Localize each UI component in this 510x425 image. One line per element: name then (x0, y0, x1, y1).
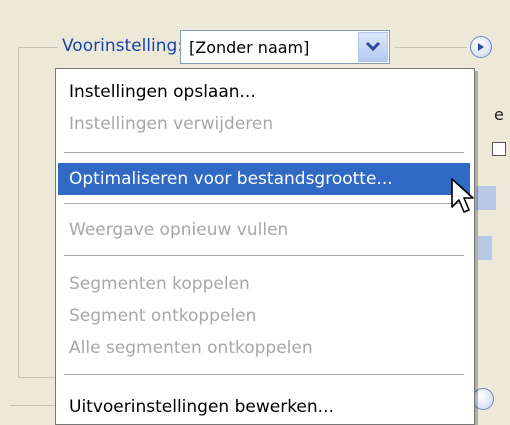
preset-label: Voorinstelling: (62, 36, 184, 56)
lower-group-line (10, 405, 58, 406)
menu-item-unlink-all-slices[interactable]: Alle segmenten ontkoppelen (58, 332, 470, 364)
side-label-fragment: e (494, 105, 504, 124)
side-checkbox[interactable] (492, 142, 506, 156)
menu-item-edit-output-settings[interactable]: Uitvoerinstellingen bewerken... (58, 391, 470, 423)
menu-separator (64, 203, 464, 204)
lower-circle-button[interactable] (472, 388, 494, 410)
context-menu: Instellingen opslaan... Instellingen ver… (55, 68, 475, 425)
side-control-2[interactable] (478, 236, 492, 260)
arrow-right-icon (478, 43, 484, 51)
menu-item-save-settings[interactable]: Instellingen opslaan... (58, 76, 470, 108)
panel-menu-button[interactable] (470, 36, 492, 58)
preset-dropdown[interactable]: [Zonder naam] (180, 30, 390, 64)
group-border-bottom (18, 377, 58, 378)
group-border-left (18, 47, 19, 377)
menu-separator (64, 374, 464, 375)
group-border-top (18, 47, 58, 48)
chevron-down-icon (365, 41, 381, 52)
side-control[interactable] (476, 186, 496, 210)
menu-item-link-slices[interactable]: Segmenten koppelen (58, 268, 470, 300)
menu-separator (64, 255, 464, 256)
menu-item-unlink-slice[interactable]: Segment ontkoppelen (58, 300, 470, 332)
mouse-pointer-icon (451, 178, 474, 213)
group-border-top-right (395, 47, 467, 48)
menu-item-delete-settings[interactable]: Instellingen verwijderen (58, 108, 470, 140)
preset-value: [Zonder naam] (189, 38, 310, 57)
menu-separator (64, 152, 464, 153)
menu-item-optimize-file-size[interactable]: Optimaliseren voor bestandsgrootte... (58, 163, 470, 195)
menu-item-refill-view[interactable]: Weergave opnieuw vullen (58, 214, 470, 246)
dropdown-button[interactable] (358, 32, 388, 62)
